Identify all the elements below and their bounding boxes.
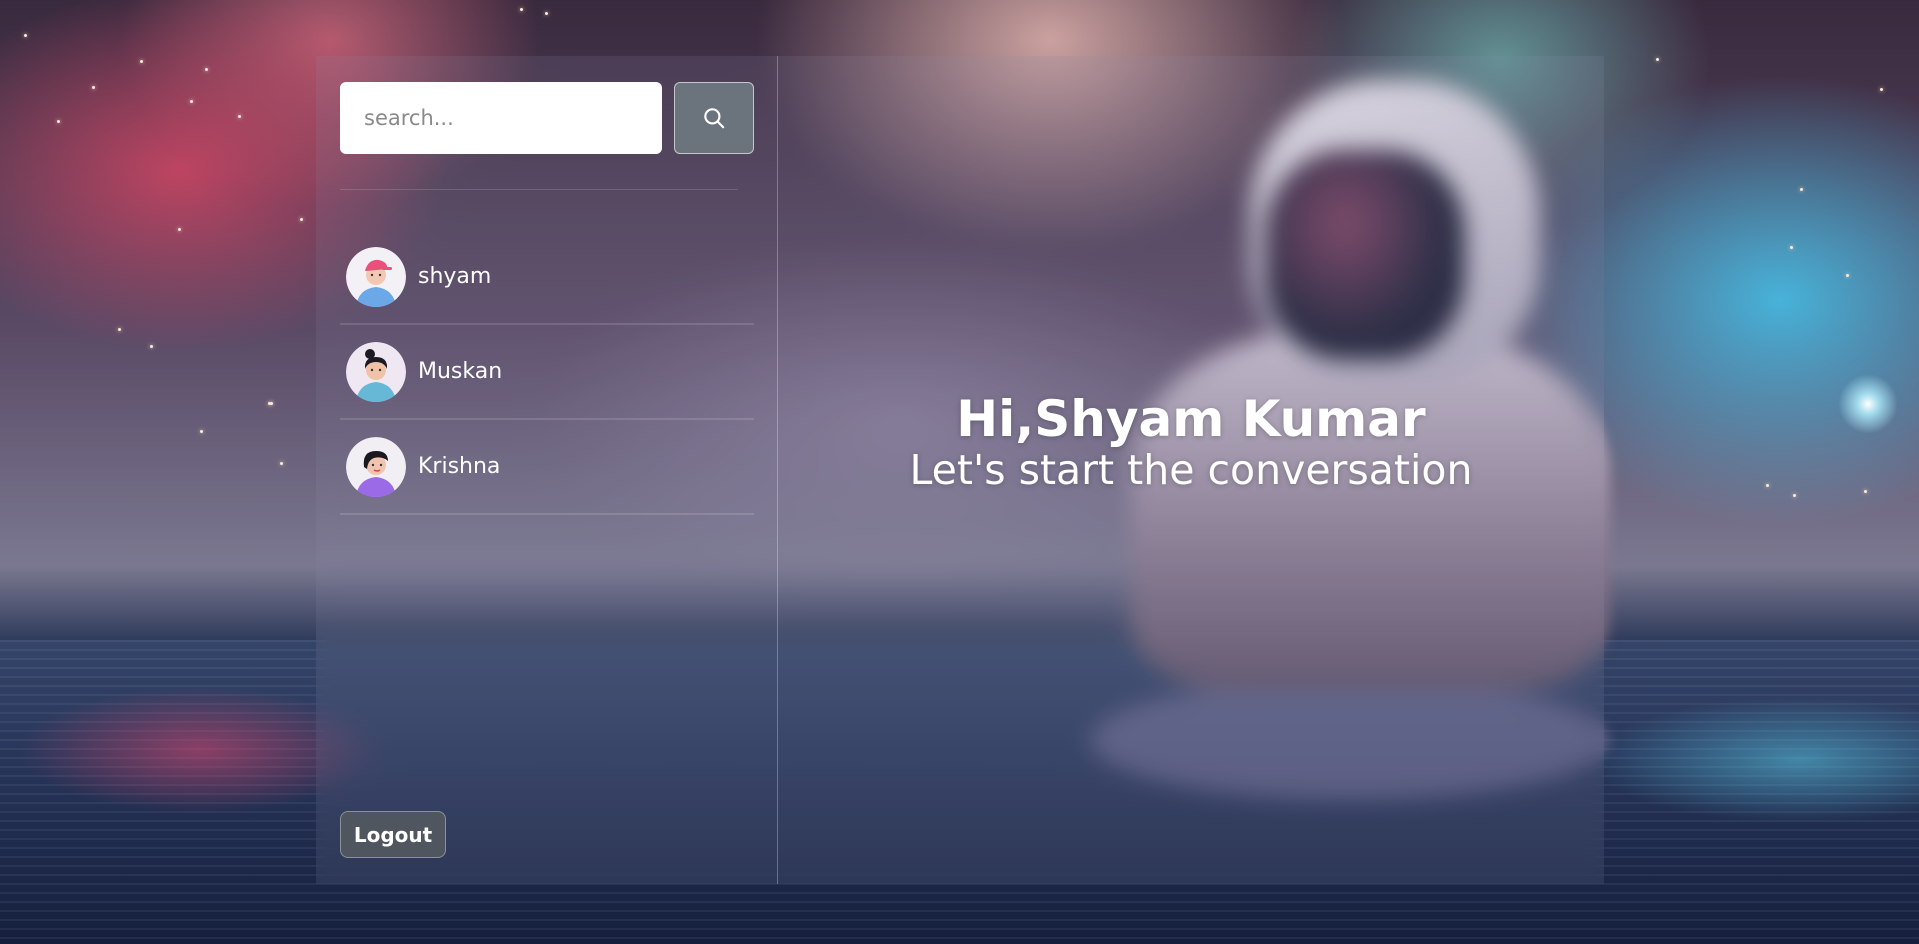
welcome-panel: Hi,Shyam Kumar Let's start the conversat… bbox=[778, 56, 1604, 884]
user-name: Muskan bbox=[418, 359, 503, 384]
welcome-subtitle: Let's start the conversation bbox=[909, 445, 1473, 494]
logout-button[interactable]: Logout bbox=[340, 811, 446, 858]
user-list-item[interactable]: Krishna bbox=[340, 420, 754, 515]
sidebar: shyam Muskan bbox=[316, 56, 778, 884]
sidebar-divider bbox=[340, 189, 738, 190]
user-list-item[interactable]: Muskan bbox=[340, 325, 754, 420]
user-list: shyam Muskan Krishna bbox=[340, 230, 754, 515]
avatar-female-purple-icon bbox=[346, 436, 406, 497]
avatar-male-pink-cap-icon bbox=[346, 246, 406, 307]
search-button[interactable] bbox=[674, 82, 754, 154]
search-bar bbox=[340, 82, 754, 154]
chat-app-panel: shyam Muskan bbox=[316, 56, 1604, 884]
avatar-female-bun-icon bbox=[346, 341, 406, 402]
user-list-item[interactable]: shyam bbox=[340, 230, 754, 325]
user-name: shyam bbox=[418, 264, 492, 289]
search-icon bbox=[701, 105, 727, 131]
search-input[interactable] bbox=[340, 82, 662, 154]
welcome-greeting: Hi,Shyam Kumar bbox=[956, 390, 1426, 449]
user-name: Krishna bbox=[418, 454, 501, 479]
app-background: shyam Muskan bbox=[0, 0, 1919, 944]
star-burst-decoration bbox=[1838, 374, 1898, 434]
